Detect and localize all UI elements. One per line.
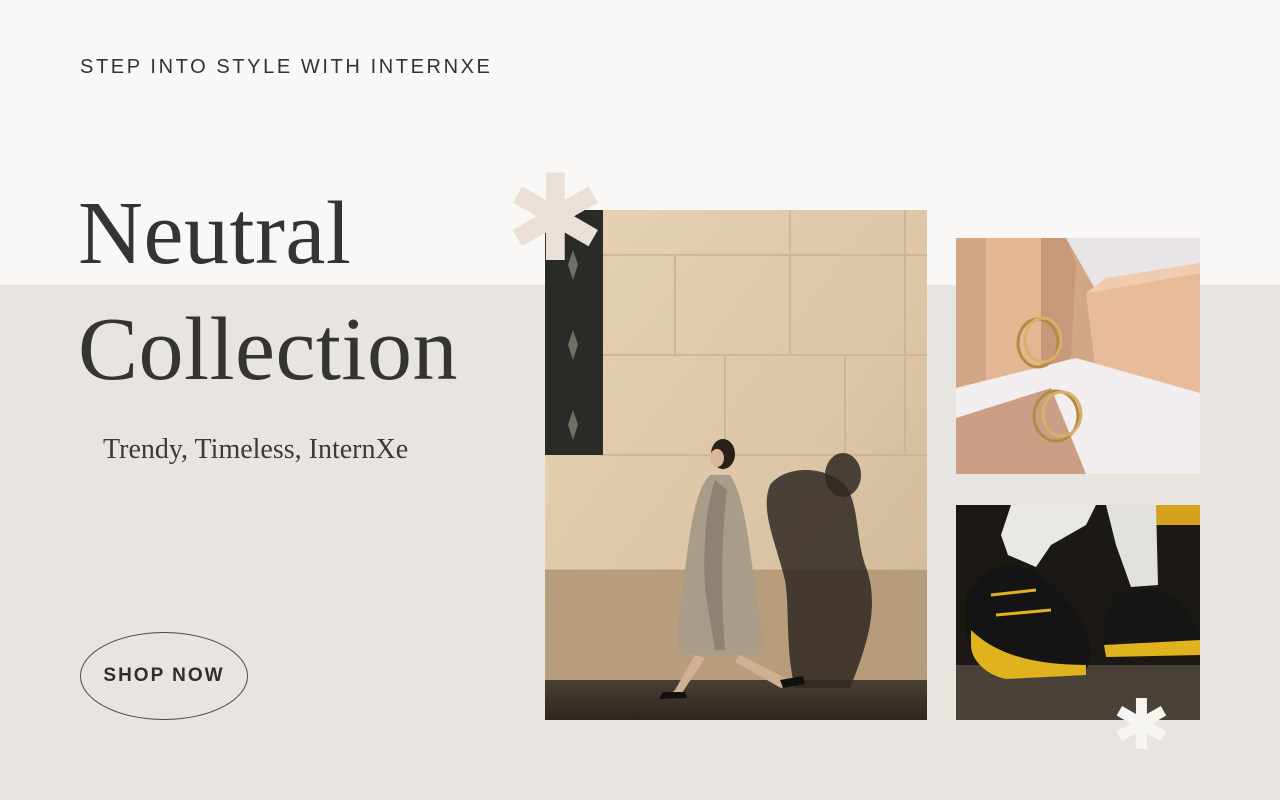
eyebrow-text: STEP INTO STYLE WITH INTERNXE xyxy=(80,56,493,78)
tagline: Trendy, Timeless, InternXe xyxy=(103,434,409,465)
asterisk-icon-bottom: ✱ xyxy=(1112,684,1171,766)
page-title: Neutral Collection xyxy=(78,176,458,408)
headline-line-1: Neutral xyxy=(78,184,352,283)
headline-line-2: Collection xyxy=(78,300,458,399)
shop-now-button[interactable]: SHOP NOW xyxy=(80,632,248,720)
earrings-photo xyxy=(956,238,1200,474)
asterisk-icon: ✱ xyxy=(505,150,606,289)
